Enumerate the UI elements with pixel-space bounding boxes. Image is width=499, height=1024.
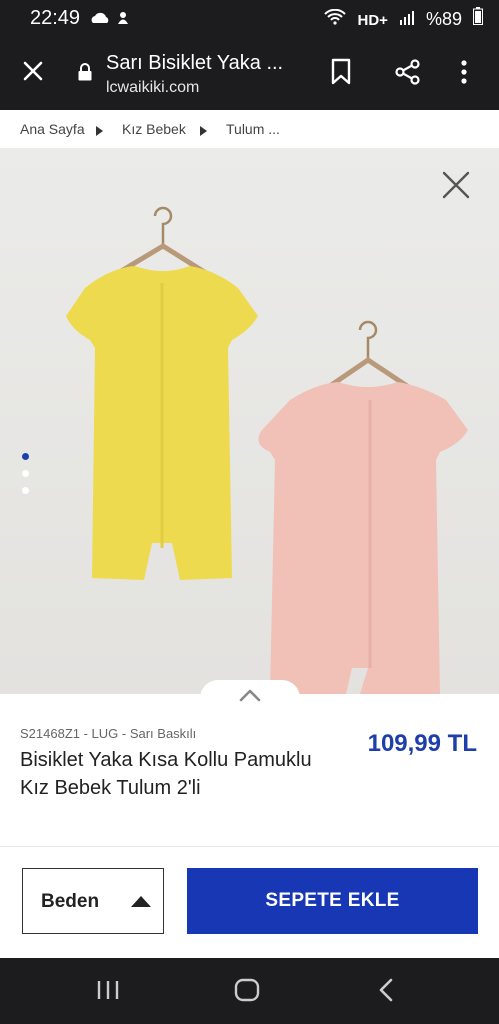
recent-apps-icon[interactable] bbox=[96, 978, 120, 1007]
status-bar: 22:49 HD+ %89 bbox=[0, 0, 499, 36]
bookmark-icon[interactable] bbox=[330, 58, 352, 91]
expand-details-button[interactable] bbox=[200, 680, 300, 714]
signal-icon bbox=[394, 9, 420, 29]
close-gallery-icon[interactable] bbox=[441, 170, 471, 205]
breadcrumb: Ana Sayfa Kız Bebek Tulum ... bbox=[0, 110, 499, 148]
product-price: 109,99 TL bbox=[367, 730, 477, 757]
breadcrumb-item-home[interactable]: Ana Sayfa bbox=[20, 121, 85, 137]
size-select-label: Beden bbox=[41, 891, 100, 912]
size-select[interactable]: Beden bbox=[22, 868, 164, 934]
gallery-dot[interactable] bbox=[22, 487, 29, 494]
add-to-cart-button[interactable]: SEPETE EKLE bbox=[187, 868, 478, 934]
gallery-dot[interactable] bbox=[22, 453, 29, 460]
close-icon[interactable] bbox=[22, 60, 44, 87]
product-image-gallery[interactable] bbox=[0, 148, 499, 694]
status-notification-icons bbox=[90, 8, 140, 28]
page-title: Sarı Bisiklet Yaka ... bbox=[106, 52, 284, 74]
battery-icon bbox=[468, 7, 483, 29]
network-type: HD+ bbox=[357, 12, 388, 29]
caret-up-icon bbox=[131, 896, 151, 907]
gallery-dot[interactable] bbox=[22, 470, 29, 477]
chevron-right-icon bbox=[96, 123, 103, 139]
battery-level: %89 bbox=[425, 9, 462, 29]
share-icon[interactable] bbox=[394, 58, 422, 91]
product-info: S21468Z1 - LUG - Sarı Baskılı Bisiklet Y… bbox=[0, 714, 499, 844]
back-icon[interactable] bbox=[378, 978, 394, 1007]
divider bbox=[0, 846, 499, 847]
status-right: HD+ %89 bbox=[318, 7, 483, 30]
product-name: Bisiklet Yaka Kısa Kollu Pamuklu Kız Beb… bbox=[20, 749, 312, 799]
browser-toolbar: Sarı Bisiklet Yaka ... lcwaikiki.com bbox=[0, 36, 499, 110]
cloud-icon bbox=[91, 12, 128, 24]
chevron-up-icon bbox=[239, 689, 261, 702]
status-time: 22:49 bbox=[30, 7, 81, 29]
product-photo bbox=[66, 206, 468, 694]
lock-icon bbox=[78, 63, 92, 86]
breadcrumb-item-current[interactable]: Tulum ... bbox=[226, 121, 280, 137]
breadcrumb-item-category[interactable]: Kız Bebek bbox=[122, 121, 186, 137]
home-icon[interactable] bbox=[234, 978, 260, 1007]
product-code: S21468Z1 - LUG - Sarı Baskılı bbox=[20, 726, 197, 741]
page-url: lcwaikiki.com bbox=[106, 79, 200, 96]
gallery-pagination[interactable] bbox=[22, 453, 29, 504]
system-navigation-bar bbox=[0, 958, 499, 1024]
more-options-icon[interactable] bbox=[460, 58, 468, 91]
wifi-icon bbox=[324, 8, 351, 29]
chevron-right-icon bbox=[200, 123, 207, 139]
